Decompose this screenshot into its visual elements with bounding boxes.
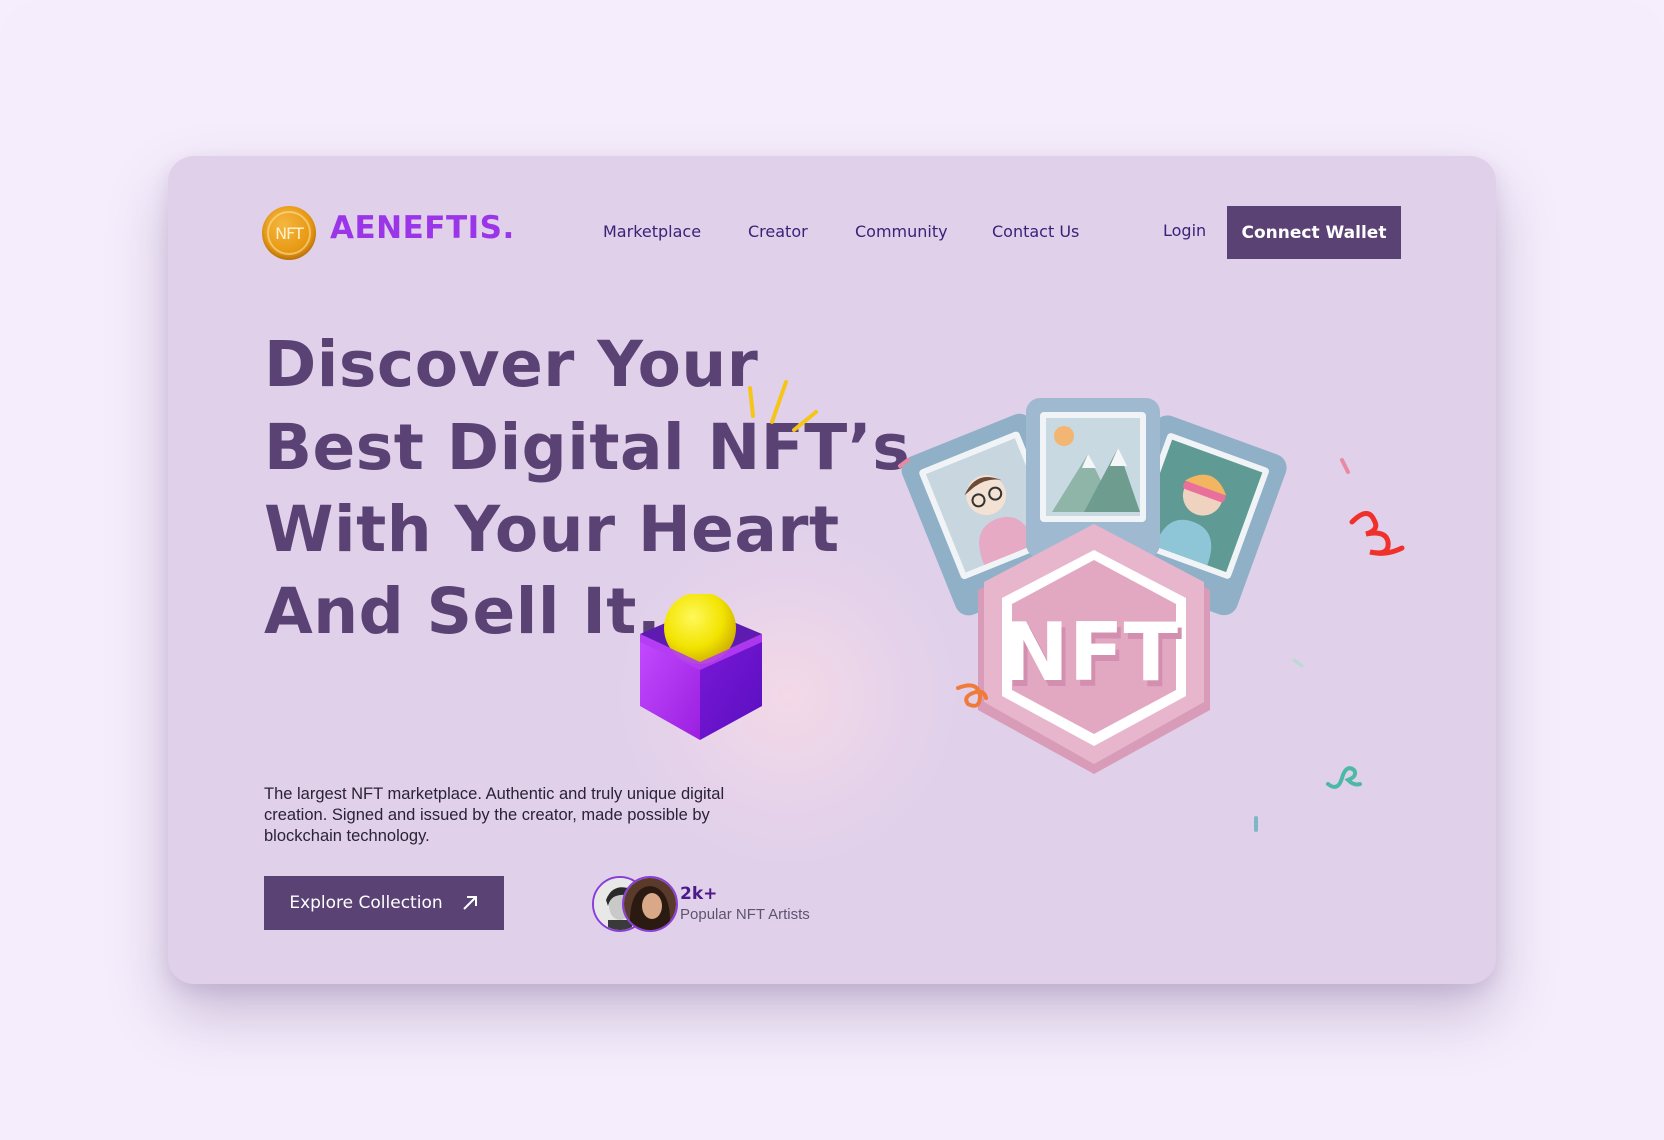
- nav-item-contact-us[interactable]: Contact Us: [992, 222, 1079, 241]
- headline-line-1: Discover Your: [264, 328, 759, 401]
- explore-collection-label: Explore Collection: [289, 893, 443, 913]
- confetti-icon: [898, 458, 1350, 832]
- cube-ball-icon: [640, 594, 762, 740]
- nft-coin-icon[interactable]: NFT: [262, 206, 316, 260]
- artists-label: Popular NFT Artists: [680, 906, 810, 923]
- artist-avatars[interactable]: [592, 876, 678, 932]
- headline-line-4: And Sell It.: [264, 575, 662, 648]
- connect-wallet-button[interactable]: Connect Wallet: [1227, 206, 1401, 259]
- sparkle-icon: [748, 380, 818, 432]
- brand-name[interactable]: AENEFTIS.: [330, 210, 515, 246]
- nav-item-creator[interactable]: Creator: [748, 222, 808, 241]
- nav-item-marketplace[interactable]: Marketplace: [603, 222, 701, 241]
- explore-collection-button[interactable]: Explore Collection: [264, 876, 504, 930]
- hero-description: The largest NFT marketplace. Authentic a…: [264, 785, 725, 845]
- logo-coin-text: NFT: [267, 211, 311, 255]
- login-link[interactable]: Login: [1163, 221, 1206, 240]
- avatar[interactable]: [622, 876, 678, 932]
- arrow-up-right-icon: [462, 896, 477, 910]
- headline-line-3: With Your Heart: [264, 493, 840, 566]
- nav-item-community[interactable]: Community: [855, 222, 948, 241]
- hero-card: NFT AENEFTIS. Marketplace Creator Commun…: [168, 156, 1496, 984]
- artists-count: 2k+: [680, 884, 718, 904]
